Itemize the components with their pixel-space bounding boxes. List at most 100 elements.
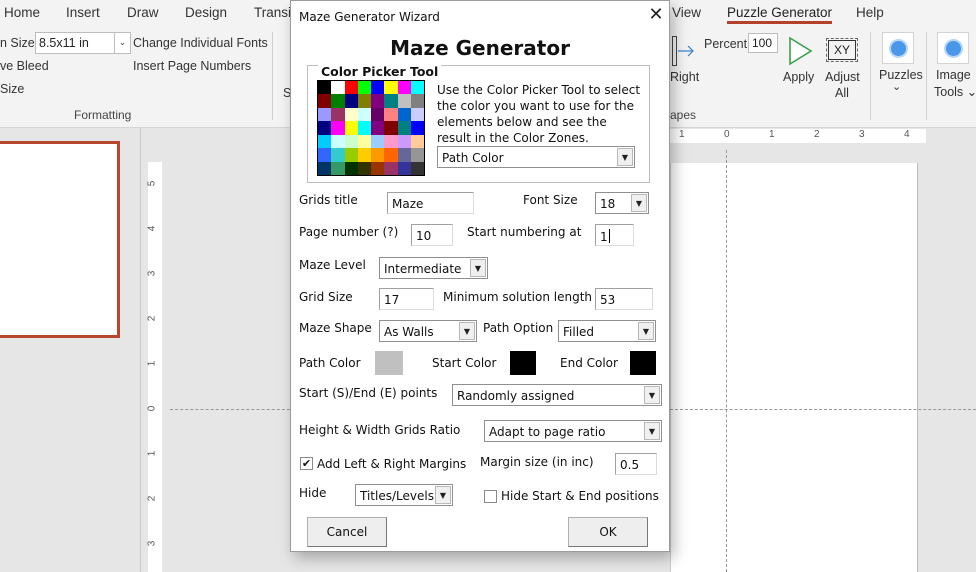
palette-color-swatch[interactable] bbox=[397, 94, 411, 108]
palette-color-swatch[interactable] bbox=[397, 161, 411, 175]
vertical-guide[interactable] bbox=[726, 150, 727, 572]
remove-bleed-button[interactable]: ve Bleed bbox=[0, 59, 49, 73]
palette-color-swatch[interactable] bbox=[410, 94, 424, 108]
palette-color-swatch[interactable] bbox=[397, 107, 411, 122]
palette-color-swatch[interactable] bbox=[344, 148, 358, 162]
palette-color-swatch[interactable] bbox=[318, 107, 332, 122]
palette-color-swatch[interactable] bbox=[331, 94, 345, 108]
palette-color-swatch[interactable] bbox=[331, 121, 345, 135]
slide-canvas[interactable] bbox=[670, 163, 918, 572]
palette-color-swatch[interactable] bbox=[331, 81, 345, 95]
palette-color-swatch[interactable] bbox=[331, 148, 345, 162]
ratio-select[interactable]: Adapt to page ratio ▼ bbox=[484, 420, 662, 442]
palette-color-swatch[interactable] bbox=[318, 94, 332, 108]
horizontal-guide[interactable] bbox=[670, 409, 976, 410]
tab-view[interactable]: View bbox=[672, 5, 701, 20]
margin-size-input[interactable]: 0.5 bbox=[615, 453, 657, 475]
palette-color-swatch[interactable] bbox=[384, 81, 398, 95]
cancel-button[interactable]: Cancel bbox=[307, 517, 387, 547]
palette-color-swatch[interactable] bbox=[410, 148, 424, 162]
start-color-swatch[interactable] bbox=[510, 351, 536, 375]
tab-help[interactable]: Help bbox=[856, 5, 884, 20]
palette-color-swatch[interactable] bbox=[331, 107, 345, 122]
maze-level-select[interactable]: Intermediate ▼ bbox=[379, 257, 488, 279]
change-individual-fonts-button[interactable]: Change Individual Fonts bbox=[133, 36, 268, 50]
hide-se-checkbox[interactable] bbox=[484, 490, 497, 503]
tab-home[interactable]: Home bbox=[4, 5, 40, 20]
palette-color-swatch[interactable] bbox=[318, 81, 332, 95]
dropdown-arrow-icon[interactable]: ▼ bbox=[617, 148, 633, 166]
path-option-select[interactable]: Filled ▼ bbox=[558, 320, 656, 342]
palette-color-swatch[interactable] bbox=[371, 121, 385, 135]
palette-color-swatch[interactable] bbox=[371, 107, 385, 122]
image-tools-button[interactable]: Image Tools ⌄ bbox=[932, 32, 976, 99]
end-color-swatch[interactable] bbox=[630, 351, 656, 375]
dropdown-arrow-icon[interactable]: ▼ bbox=[638, 322, 654, 340]
palette-color-swatch[interactable] bbox=[397, 134, 411, 149]
chevron-down-icon[interactable]: ⌄ bbox=[114, 33, 130, 53]
font-size-select[interactable]: 18 ▼ bbox=[595, 192, 649, 214]
palette-color-swatch[interactable] bbox=[357, 121, 371, 135]
palette-color-swatch[interactable] bbox=[384, 121, 398, 135]
palette-color-swatch[interactable] bbox=[357, 161, 371, 175]
percent-input[interactable]: 100 bbox=[748, 33, 778, 53]
palette-color-swatch[interactable] bbox=[357, 94, 371, 108]
tab-draw[interactable]: Draw bbox=[127, 5, 159, 20]
palette-color-swatch[interactable] bbox=[357, 81, 371, 95]
maze-shape-select[interactable]: As Walls ▼ bbox=[379, 320, 477, 342]
color-target-select[interactable]: Path Color ▼ bbox=[437, 146, 635, 168]
palette-color-swatch[interactable] bbox=[410, 121, 424, 135]
thumbnail-pane-divider[interactable] bbox=[140, 128, 141, 572]
dropdown-arrow-icon[interactable]: ▼ bbox=[459, 322, 475, 340]
palette-color-swatch[interactable] bbox=[318, 161, 332, 175]
palette-color-swatch[interactable] bbox=[410, 81, 424, 95]
palette-color-swatch[interactable] bbox=[371, 161, 385, 175]
palette-color-swatch[interactable] bbox=[371, 134, 385, 149]
palette-color-swatch[interactable] bbox=[384, 94, 398, 108]
palette-color-swatch[interactable] bbox=[384, 161, 398, 175]
palette-color-swatch[interactable] bbox=[397, 148, 411, 162]
palette-color-swatch[interactable] bbox=[371, 81, 385, 95]
palette-color-swatch[interactable] bbox=[384, 134, 398, 149]
palette-color-swatch[interactable] bbox=[344, 121, 358, 135]
start-numbering-input[interactable]: 1 bbox=[595, 224, 634, 246]
hide-select[interactable]: Titles/Levels ▼ bbox=[355, 484, 453, 506]
palette-color-swatch[interactable] bbox=[318, 134, 332, 149]
dropdown-arrow-icon[interactable]: ▼ bbox=[644, 422, 660, 440]
adjust-all-button[interactable]: XY Adjust All bbox=[823, 38, 863, 100]
palette-color-swatch[interactable] bbox=[344, 94, 358, 108]
close-icon[interactable]: ✕ bbox=[647, 6, 665, 24]
palette-color-swatch[interactable] bbox=[344, 107, 358, 122]
min-solution-input[interactable]: 53 bbox=[595, 288, 653, 310]
grids-title-input[interactable]: Maze bbox=[387, 192, 474, 214]
page-number-input[interactable]: 10 bbox=[411, 224, 453, 246]
palette-color-swatch[interactable] bbox=[331, 161, 345, 175]
ok-button[interactable]: OK bbox=[568, 517, 648, 547]
dropdown-arrow-icon[interactable]: ▼ bbox=[435, 486, 451, 504]
add-margins-checkbox[interactable]: ✔ bbox=[300, 457, 313, 470]
palette-color-swatch[interactable] bbox=[344, 134, 358, 149]
palette-color-swatch[interactable] bbox=[397, 81, 411, 95]
puzzles-button[interactable]: Puzzles ⌄ bbox=[876, 32, 923, 98]
palette-color-swatch[interactable] bbox=[384, 148, 398, 162]
dropdown-arrow-icon[interactable]: ▼ bbox=[644, 386, 660, 404]
tab-insert[interactable]: Insert bbox=[66, 5, 100, 20]
path-color-swatch[interactable] bbox=[375, 351, 403, 375]
align-right-button[interactable] bbox=[672, 36, 696, 66]
palette-color-swatch[interactable] bbox=[410, 161, 424, 175]
palette-color-swatch[interactable] bbox=[357, 107, 371, 122]
palette-color-swatch[interactable] bbox=[318, 121, 332, 135]
palette-color-swatch[interactable] bbox=[397, 121, 411, 135]
palette-color-swatch[interactable] bbox=[357, 148, 371, 162]
se-points-select[interactable]: Randomly assigned ▼ bbox=[452, 384, 662, 406]
page-size-combo[interactable]: 8.5x11 in ⌄ bbox=[35, 32, 131, 54]
slide-size-button[interactable]: Size bbox=[0, 82, 24, 96]
dropdown-arrow-icon[interactable]: ▼ bbox=[631, 194, 647, 212]
tab-puzzle-generator[interactable]: Puzzle Generator bbox=[727, 5, 833, 24]
dropdown-arrow-icon[interactable]: ▼ bbox=[470, 259, 486, 277]
palette-color-swatch[interactable] bbox=[371, 148, 385, 162]
horizontal-guide[interactable] bbox=[170, 409, 290, 410]
slide-thumbnail[interactable] bbox=[0, 141, 120, 338]
palette-color-swatch[interactable] bbox=[384, 107, 398, 122]
palette-color-swatch[interactable] bbox=[331, 134, 345, 149]
